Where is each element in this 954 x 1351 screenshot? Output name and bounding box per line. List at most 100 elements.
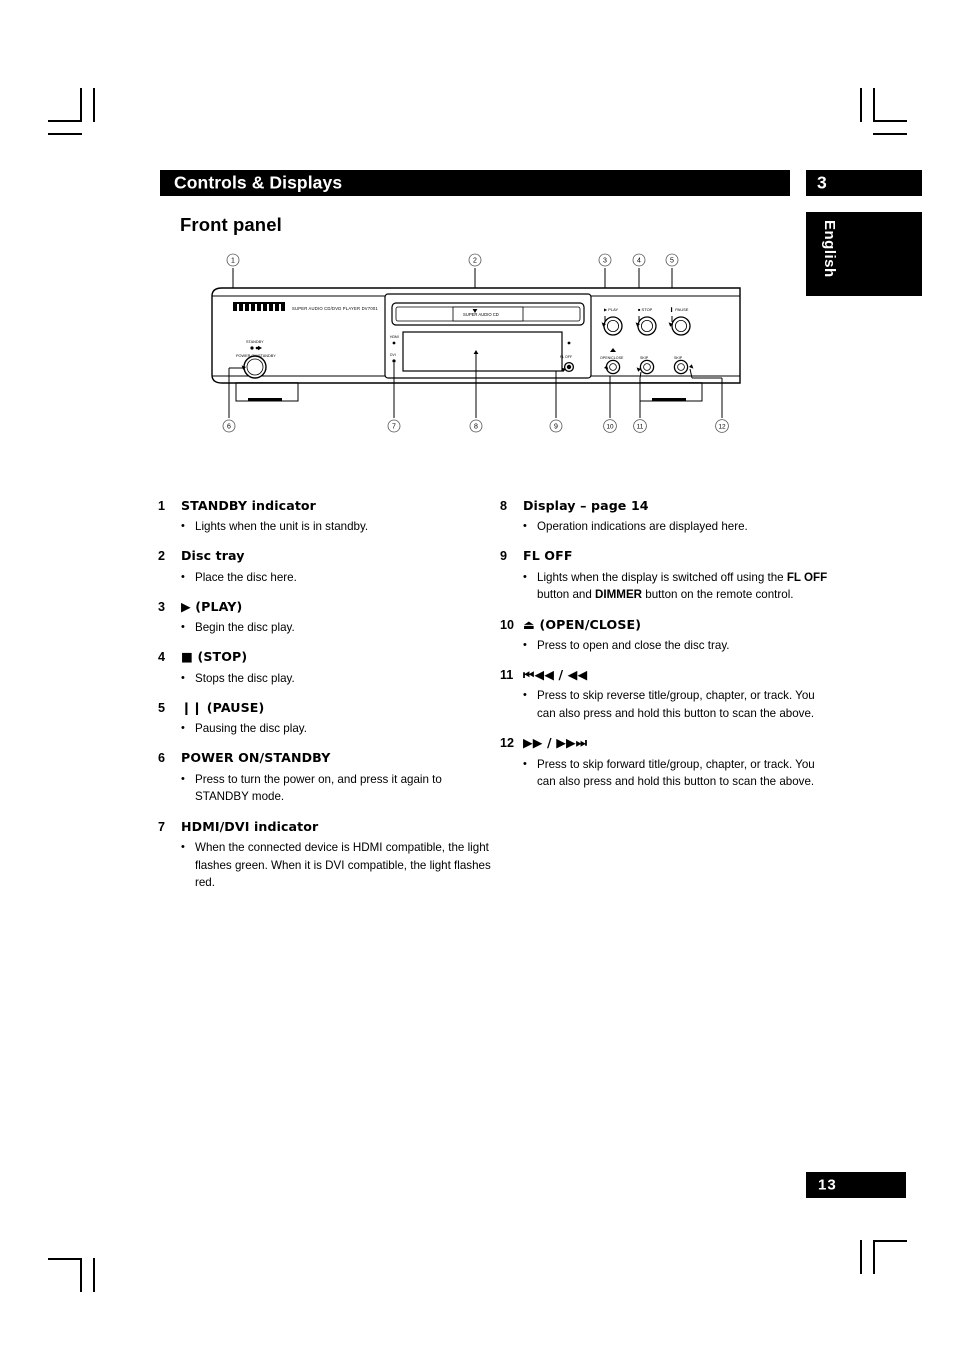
crop-mark-bottom-left <box>80 1258 82 1292</box>
svg-text:1: 1 <box>231 258 235 265</box>
legend-entry-title: HDMI/DVI indicator <box>181 818 319 834</box>
legend-entry-text: Operation indications are displayed here… <box>537 520 748 534</box>
crop-mark-top-left-2 <box>93 88 95 122</box>
legend-entry: 6 POWER ON/STANDBY • Press to turn the powe… <box>158 750 494 806</box>
svg-text:8: 8 <box>474 424 478 431</box>
legend-entry-heading: 8 Display – page 14 <box>500 498 836 515</box>
legend-entry-title: Display – page 14 <box>523 498 649 513</box>
legend-entry-text: Pausing the disc play. <box>195 722 307 736</box>
svg-text:FL OFF: FL OFF <box>560 355 573 359</box>
crop-mark-bottom-left-h <box>48 1258 82 1260</box>
svg-text:HDMI: HDMI <box>390 335 399 339</box>
crop-mark-top-left-h <box>48 120 82 122</box>
legend-entry-bullet: • Press to skip forward title/group, chap… <box>500 756 836 791</box>
legend-entry-number: 6 <box>158 751 166 766</box>
legend-entry-heading: 4 ■ (STOP) <box>158 649 494 666</box>
legend-entry-title: ■ (STOP) <box>181 649 248 665</box>
page-number: 13 <box>818 1176 837 1194</box>
legend-entry-text: Begin the disc play. <box>195 621 295 635</box>
bullet-marker: • <box>181 570 185 583</box>
bullet-marker: • <box>523 689 527 702</box>
legend-entry-text: Press to skip reverse title/group, chapt… <box>537 689 815 721</box>
legend-column-left: 1 STANDBY indicator • Lights when the unit … <box>158 498 494 904</box>
legend-entry-bullet: • Press to open and close the disc tray. <box>500 637 836 655</box>
legend-entry: 12 ▶▶ / ▶▶⏭ • Press to skip forward title/g… <box>500 735 836 791</box>
legend-entry-title: Disc tray <box>181 548 245 564</box>
crop-mark-bottom-right-h <box>873 1240 907 1242</box>
svg-text:12: 12 <box>718 424 726 431</box>
legend-entry: 11 ⏮◀◀ / ◀◀ • Press to skip reverse title/g… <box>500 667 836 723</box>
svg-text:▍ PAUSE: ▍ PAUSE <box>670 307 689 312</box>
legend-entry-title: FL OFF <box>523 548 573 564</box>
legend-entry-text: When the connected device is HDMI compat… <box>195 840 491 890</box>
legend-entry-number: 10 <box>500 617 515 632</box>
svg-text:DVI: DVI <box>390 353 396 357</box>
crop-mark-bottom-left-2 <box>93 1258 95 1292</box>
legend-entry-bullet: • Lights when the display is switched off… <box>500 569 836 604</box>
legend-entry-text: Stops the disc play. <box>195 671 295 685</box>
legend-entry-bullet: • Stops the disc play. <box>158 670 494 688</box>
bullet-marker: • <box>181 671 185 684</box>
svg-text:STANDBY: STANDBY <box>246 340 264 344</box>
legend-entry: 3 ▶ (PLAY) • Begin the disc play. <box>158 599 494 637</box>
legend-entry-text: Place the disc here. <box>195 570 297 584</box>
legend-entry-text: Press to skip forward title/group, chapt… <box>537 757 815 789</box>
legend-column-right: 8 Display – page 14 • Operation indications… <box>500 498 836 804</box>
chapter-number-badge: 3 <box>806 170 922 196</box>
svg-text:7: 7 <box>392 424 396 431</box>
page-number-badge: 13 <box>806 1172 906 1198</box>
legend-entry-heading: 3 ▶ (PLAY) <box>158 599 494 616</box>
legend-entry-bullet: • Press to skip reverse title/group, chap… <box>500 687 836 722</box>
crop-mark-top-left-h2 <box>48 133 82 135</box>
crop-mark-bottom-right <box>873 1240 875 1274</box>
legend-entry-number: 3 <box>158 599 166 614</box>
legend-entry-heading: 7 HDMI/DVI indicator <box>158 819 494 836</box>
svg-text:11: 11 <box>637 424 644 431</box>
legend-entry-number: 11 <box>500 668 514 683</box>
bullet-marker: • <box>181 772 185 785</box>
legend-entry-title: ⏏ (OPEN/CLOSE) <box>523 616 642 632</box>
svg-text:■ STOP: ■ STOP <box>638 307 653 312</box>
legend-entry-title: ▶ (PLAY) <box>181 598 243 614</box>
legend-entry-heading: 5 ❙❙ (PAUSE) <box>158 700 494 717</box>
bullet-marker: • <box>523 570 527 583</box>
bullet-marker: • <box>523 520 527 533</box>
legend-entry: 4 ■ (STOP) • Stops the disc play. <box>158 649 494 687</box>
legend-entry: 7 HDMI/DVI indicator • When the connected d… <box>158 819 494 892</box>
legend-entry-number: 2 <box>158 549 166 564</box>
legend-entry-heading: 2 Disc tray <box>158 548 494 565</box>
crop-mark-top-left <box>80 88 82 122</box>
legend-entry: 10 ⏏ (OPEN/CLOSE) • Press to open and close… <box>500 617 836 655</box>
bullet-marker: • <box>523 638 527 651</box>
legend-entry-number: 1 <box>158 499 166 513</box>
svg-text:▶ PLAY: ▶ PLAY <box>604 307 618 312</box>
legend-entry: 1 STANDBY indicator • Lights when the unit … <box>158 498 494 536</box>
legend-entry-heading: 10 ⏏ (OPEN/CLOSE) <box>500 617 836 634</box>
legend-entry-number: 12 <box>500 736 515 751</box>
svg-text:OPEN/CLOSE: OPEN/CLOSE <box>600 356 624 360</box>
language-tab: English <box>806 212 922 296</box>
legend-entry-number: 7 <box>158 819 166 834</box>
legend-entry-number: 5 <box>158 700 166 715</box>
bullet-marker: • <box>181 520 185 533</box>
page-title: Controls & Displays <box>174 172 343 193</box>
legend-entry-heading: 6 POWER ON/STANDBY <box>158 750 494 767</box>
legend-entry: 2 Disc tray • Place the disc here. <box>158 548 494 586</box>
crop-mark-top-right-h <box>873 120 907 122</box>
chapter-number: 3 <box>817 172 827 193</box>
legend-entry-bullet: • Operation indications are displayed her… <box>500 518 836 536</box>
crop-mark-top-right-2 <box>860 88 862 122</box>
svg-text:SKIP: SKIP <box>640 356 649 360</box>
bullet-marker: • <box>181 840 185 853</box>
bullet-marker: • <box>181 621 185 634</box>
legend-entry-title: STANDBY indicator <box>181 498 316 513</box>
legend-entry-title: ▶▶ / ▶▶⏭ <box>523 735 588 751</box>
svg-text:2: 2 <box>473 258 477 265</box>
bullet-marker: • <box>181 722 185 735</box>
legend-entry-number: 9 <box>500 549 508 564</box>
legend-entry-text: Press to turn the power on, and press it… <box>195 772 442 804</box>
legend-entry-bullet: • Lights when the unit is in standby. <box>158 518 494 536</box>
svg-text:SKIP: SKIP <box>674 356 683 360</box>
svg-text:10: 10 <box>606 424 614 431</box>
svg-text:6: 6 <box>227 424 231 431</box>
